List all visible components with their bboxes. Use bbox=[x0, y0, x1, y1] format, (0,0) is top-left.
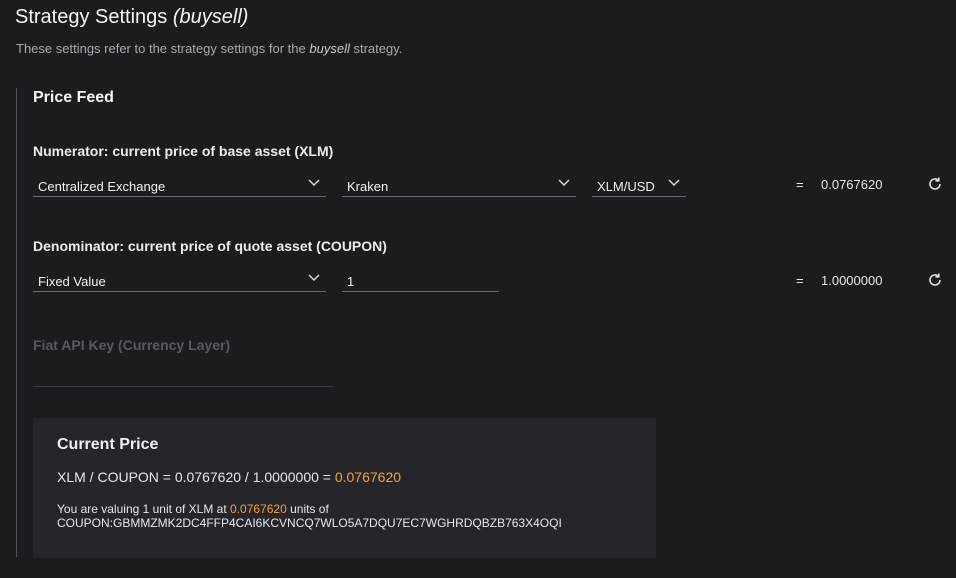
section-divider bbox=[16, 88, 17, 557]
numerator-value: 0.0767620 bbox=[821, 177, 883, 192]
denominator-type-select[interactable]: Fixed Value bbox=[33, 268, 326, 292]
chevron-down-icon bbox=[558, 179, 570, 187]
denominator-fixed-value-input[interactable]: 1 bbox=[342, 268, 499, 292]
fiat-api-key-input bbox=[33, 386, 333, 387]
current-price-formula: XLM / COUPON = 0.0767620 / 1.0000000 = 0… bbox=[57, 469, 402, 485]
page-title: Strategy Settings (buysell) bbox=[15, 6, 249, 28]
numerator-exchange-select[interactable]: Kraken bbox=[342, 173, 576, 197]
denominator-refresh-icon[interactable] bbox=[927, 272, 943, 288]
price-feed-title: Price Feed bbox=[33, 89, 114, 106]
numerator-equals: = bbox=[796, 177, 804, 192]
current-price-panel: Current Price XLM / COUPON = 0.0767620 /… bbox=[33, 418, 656, 558]
chevron-down-icon bbox=[308, 274, 320, 282]
strategy-name: (buysell) bbox=[172, 6, 249, 28]
denominator-value: 1.0000000 bbox=[821, 273, 883, 288]
denominator-equals: = bbox=[796, 273, 804, 288]
denominator-label: Denominator: current price of quote asse… bbox=[33, 238, 387, 254]
current-price-title: Current Price bbox=[57, 436, 159, 453]
current-price-result: 0.0767620 bbox=[334, 469, 402, 485]
chevron-down-icon bbox=[668, 179, 680, 187]
numerator-label: Numerator: current price of base asset (… bbox=[33, 143, 334, 159]
chevron-down-icon bbox=[308, 179, 320, 187]
numerator-type-select[interactable]: Centralized Exchange bbox=[33, 173, 326, 197]
fiat-api-key-label: Fiat API Key (Currency Layer) bbox=[33, 337, 231, 353]
numerator-refresh-icon[interactable] bbox=[927, 176, 943, 192]
quote-asset-code: COUPON:GBMMZMK2DC4FFP4CAI6KCVNCQ7WLO5A7D… bbox=[57, 516, 562, 530]
current-price-description: You are valuing 1 unit of XLM at 0.07676… bbox=[57, 502, 562, 530]
numerator-pair-select[interactable]: XLM/USD bbox=[592, 173, 686, 197]
page-subtitle: These settings refer to the strategy set… bbox=[16, 41, 403, 56]
